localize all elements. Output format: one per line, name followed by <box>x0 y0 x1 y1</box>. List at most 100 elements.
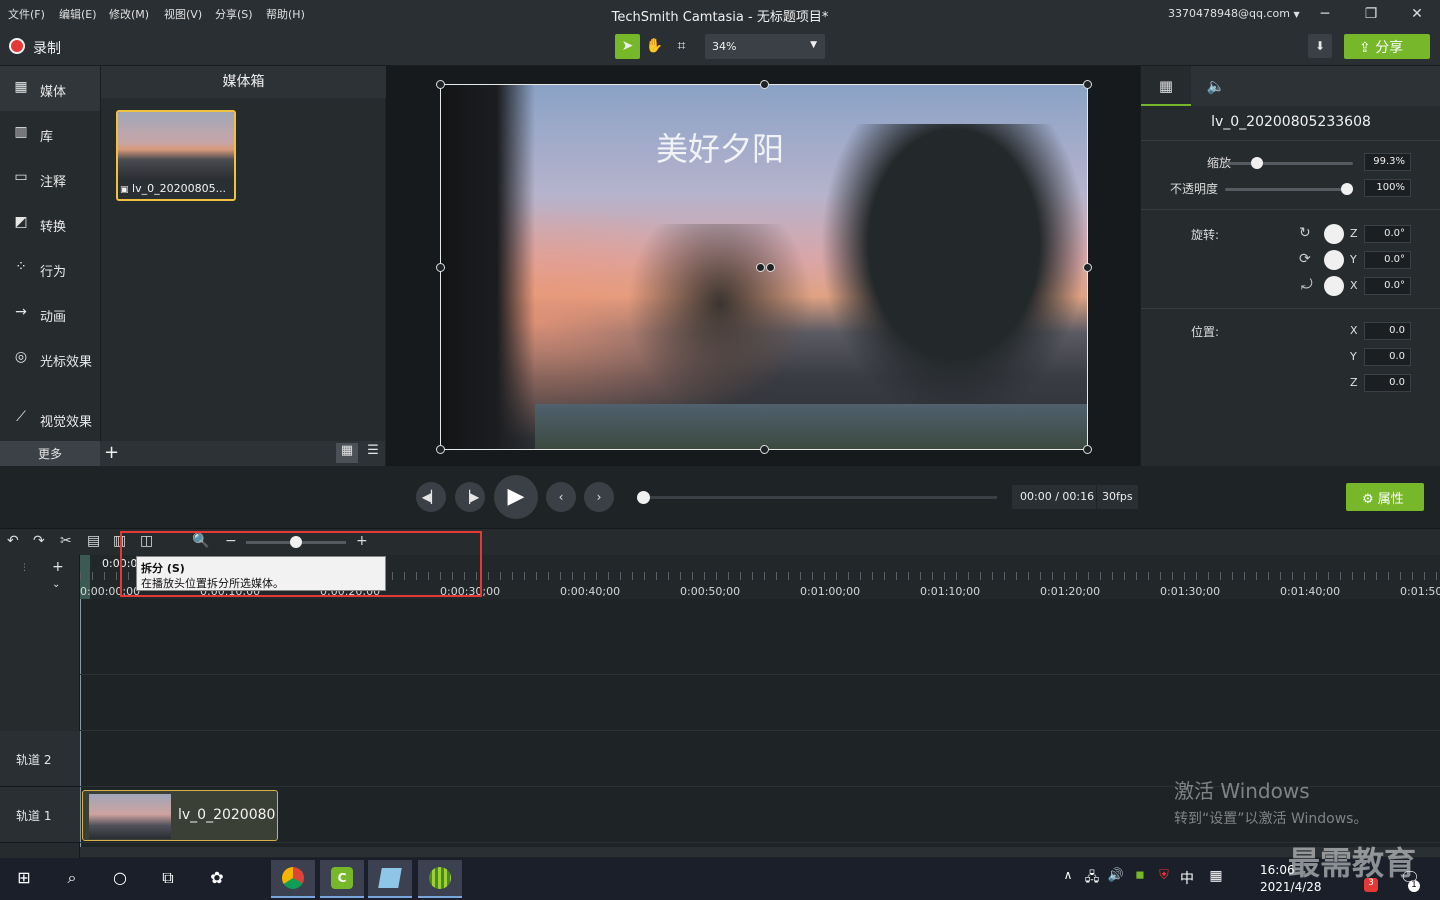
scale-slider-track[interactable] <box>1225 162 1353 165</box>
zoom-select[interactable]: 34% ▼ <box>705 34 825 59</box>
ruler-label: 0:01:40;00 <box>1280 585 1341 598</box>
nvidia-icon[interactable]: ◼ <box>1128 868 1152 890</box>
undo-icon[interactable]: ↶ <box>7 533 19 549</box>
taskbar-chrome[interactable] <box>271 860 315 898</box>
windows-start-icon[interactable]: ⊞ <box>12 868 36 890</box>
sidebar-item-visual-effects[interactable]: ⟋ 视觉效果 <box>0 396 100 441</box>
ime-indicator[interactable]: 中 <box>1175 868 1199 890</box>
copy-icon[interactable]: ▤ <box>87 533 100 549</box>
select-tool-button[interactable]: ➤ <box>615 34 640 59</box>
record-button[interactable]: 录制 <box>33 38 61 58</box>
zoom-level-icon[interactable]: ⋮ <box>20 563 29 573</box>
minimize-button[interactable]: ─ <box>1310 4 1340 24</box>
center-handle[interactable] <box>766 263 775 272</box>
previous-marker-button[interactable]: ‹ <box>546 482 576 512</box>
step-back-button[interactable]: ◀▏ <box>416 482 446 512</box>
crop-tool-button[interactable]: ⌗ <box>669 34 694 59</box>
rotation-x-dial[interactable] <box>1324 276 1344 296</box>
cut-icon[interactable]: ✂ <box>60 533 72 549</box>
ruler-label: 0:01:10;00 <box>920 585 981 598</box>
opacity-slider-track[interactable] <box>1225 188 1353 191</box>
taskbar-melon-app[interactable] <box>418 860 462 898</box>
sidebar-item-label: 视觉效果 <box>40 415 93 430</box>
tab-audio-properties[interactable]: 🔈 <box>1191 66 1241 106</box>
scale-field[interactable]: 99.3% <box>1364 153 1411 171</box>
download-button[interactable]: ⬇ <box>1308 34 1332 58</box>
sidebar-item-library[interactable]: ▥ 库 <box>0 111 100 156</box>
pan-tool-button[interactable]: ✋ <box>642 34 667 59</box>
chevron-right-icon: › <box>596 490 602 504</box>
task-view-icon[interactable]: ⧉ <box>156 868 180 890</box>
sidebar-item-behavior[interactable]: ⁘ 行为 <box>0 246 100 291</box>
search-icon[interactable]: ⌕ <box>60 868 84 890</box>
sidebar-item-media[interactable]: ▦ 媒体 <box>0 66 100 111</box>
record-icon[interactable] <box>9 38 25 54</box>
resize-handle[interactable] <box>1083 445 1092 454</box>
resize-handle[interactable] <box>760 445 769 454</box>
selection-box[interactable] <box>436 80 1092 454</box>
position-y-field[interactable]: 0.0 <box>1364 348 1411 366</box>
taskbar-notepad[interactable] <box>368 860 412 898</box>
restore-button[interactable]: ❐ <box>1356 4 1386 24</box>
keyboard-grid-icon[interactable]: ▦ <box>1204 868 1228 890</box>
resize-handle[interactable] <box>1083 80 1092 89</box>
timeline-scrollbar[interactable] <box>80 847 1440 857</box>
step-forward-icon: ▕▶ <box>460 490 480 504</box>
resize-handle[interactable] <box>436 445 445 454</box>
tray-up-icon[interactable]: ∧ <box>1056 868 1080 890</box>
track-label: 轨道 1 <box>16 809 52 823</box>
network-icon[interactable]: 🖧 <box>1080 868 1104 890</box>
scrub-track[interactable] <box>637 496 997 499</box>
step-forward-button[interactable]: ▕▶ <box>455 482 485 512</box>
volume-icon[interactable]: 🔊 <box>1104 868 1128 890</box>
track-header-1[interactable]: 轨道 1 <box>0 787 80 843</box>
tab-visual-properties[interactable]: ▦ <box>1141 66 1191 106</box>
rotation-z-field[interactable]: 0.0° <box>1364 225 1411 243</box>
ruler-label: 0:01:20;00 <box>1040 585 1101 598</box>
redo-icon[interactable]: ↷ <box>33 533 45 549</box>
more-button[interactable]: 更多 <box>0 441 100 466</box>
pinwheel-app-icon[interactable]: ✿ <box>205 868 229 890</box>
sidebar-item-label: 转换 <box>40 220 67 235</box>
sidebar-item-label: 动画 <box>40 310 67 325</box>
properties-button[interactable]: ⚙ 属性 <box>1346 483 1424 511</box>
opacity-field[interactable]: 100% <box>1364 179 1411 197</box>
scrub-knob[interactable] <box>637 491 650 504</box>
position-z-field[interactable]: 0.0 <box>1364 374 1411 392</box>
chevron-down-icon[interactable]: ⌄ <box>52 579 60 590</box>
share-button[interactable]: ⇪ 分享 <box>1344 34 1430 59</box>
media-bin-item[interactable]: ▣ lv_0_20200805... <box>116 110 236 201</box>
rotation-y-dial[interactable] <box>1324 250 1344 270</box>
add-icon[interactable]: + <box>104 442 119 463</box>
next-marker-button[interactable]: › <box>584 482 614 512</box>
sidebar-item-annotation[interactable]: ▭ 注释 <box>0 156 100 201</box>
account-menu[interactable]: 3370478948@qq.com ▼ <box>1168 7 1300 20</box>
close-button[interactable]: ✕ <box>1402 4 1432 24</box>
taskbar-camtasia[interactable]: C <box>320 860 364 898</box>
rotation-z-dial[interactable] <box>1324 224 1344 244</box>
security-icon[interactable]: ⛨ <box>1152 868 1176 890</box>
grid-view-icon[interactable]: ▦ <box>336 443 358 463</box>
center-handle[interactable] <box>756 263 765 272</box>
sidebar-item-cursor-effects[interactable]: ◎ 光标效果 <box>0 336 100 381</box>
resize-handle[interactable] <box>1083 263 1092 272</box>
sidebar-item-animation[interactable]: → 动画 <box>0 291 100 336</box>
sidebar-item-transition[interactable]: ◩ 转换 <box>0 201 100 246</box>
timeline-clip[interactable]: lv_0_2020080 <box>82 790 278 841</box>
cortana-icon[interactable]: ○ <box>108 868 132 890</box>
rotation-x-field[interactable]: 0.0° <box>1364 277 1411 295</box>
opacity-slider-knob[interactable] <box>1341 183 1353 195</box>
rotation-y-field[interactable]: 0.0° <box>1364 251 1411 269</box>
position-x-field[interactable]: 0.0 <box>1364 322 1411 340</box>
resize-handle[interactable] <box>436 80 445 89</box>
resize-handle[interactable] <box>760 80 769 89</box>
add-track-icon[interactable]: + <box>52 559 64 575</box>
list-view-icon[interactable]: ☰ <box>362 443 384 463</box>
main-toolbar: 录制 ➤ ✋ ⌗ 34% ▼ ⬇ ⇪ 分享 <box>0 28 1440 66</box>
resize-handle[interactable] <box>436 263 445 272</box>
play-button[interactable]: ▶ <box>494 475 538 519</box>
scale-slider-knob[interactable] <box>1251 157 1264 169</box>
track-header-2[interactable]: 轨道 2 <box>0 731 80 787</box>
position-label: 位置: <box>1191 325 1220 339</box>
timecode-display: 00:00 / 00:16 <box>1012 485 1096 509</box>
